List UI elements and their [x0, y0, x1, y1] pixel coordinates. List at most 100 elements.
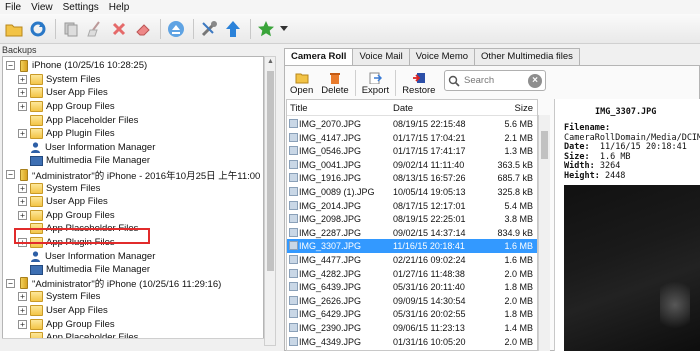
tree-item-label: Multimedia File Manager	[46, 264, 151, 276]
image-file-icon	[289, 173, 298, 183]
file-row[interactable]: IMG_4147.JPG 01/17/15 17:04:21 2.1 MB	[287, 131, 537, 145]
file-row[interactable]: IMG_0089 (1).JPG 10/05/14 19:05:13 325.8 k…	[287, 185, 537, 199]
tree-item[interactable]: Multimedia File Manager	[18, 154, 150, 168]
eject-icon[interactable]	[165, 18, 187, 40]
tree-item[interactable]: User Information Manager	[18, 141, 155, 155]
folder-icon	[30, 114, 43, 126]
tree-item-label: "Administrator"的 iPhone - 2016年10月25日 上午…	[32, 170, 263, 182]
tree-item-label: System Files	[46, 73, 101, 85]
file-row[interactable]: IMG_1916.JPG 08/13/15 16:57:26 685.7 kB	[287, 171, 537, 185]
tree-vertical-scrollbar[interactable]: ▲	[264, 56, 276, 346]
tree-item[interactable]: + System Files	[18, 181, 100, 195]
refresh-icon[interactable]	[27, 18, 49, 40]
clear-search-icon[interactable]: ×	[528, 74, 542, 88]
tree-item[interactable]: + App Plugin Files	[18, 127, 115, 141]
file-row[interactable]: IMG_4349.JPG 01/31/16 10:05:20 2.0 MB	[287, 335, 537, 349]
eraser-icon[interactable]	[132, 18, 154, 40]
file-date: 09/09/15 14:30:54	[393, 295, 466, 306]
search-box[interactable]: Search ×	[444, 70, 546, 91]
tree-item-label: App Plugin Files	[46, 128, 115, 140]
file-list-scrollbar[interactable]	[538, 115, 550, 351]
tools-icon[interactable]	[198, 18, 220, 40]
collapse-icon[interactable]: −	[6, 278, 15, 288]
tree-item[interactable]: + App Group Files	[18, 209, 115, 223]
collapse-icon[interactable]: −	[6, 170, 15, 180]
file-row[interactable]: IMG_6439.JPG 05/31/16 20:11:40 1.8 MB	[287, 280, 537, 294]
tab-other-multimedia[interactable]: Other Multimedia files	[474, 48, 580, 65]
tab-voice-mail[interactable]: Voice Mail	[352, 48, 410, 65]
tree-device-node[interactable]: − "Administrator"的 iPhone (10/25/16 11:29…	[6, 277, 221, 290]
menu-file[interactable]: File	[0, 2, 26, 13]
tree-item[interactable]: + User App Files	[18, 195, 108, 209]
tree-scroll-thumb[interactable]	[267, 71, 274, 271]
tree-horizontal-scrollbar[interactable]	[2, 338, 264, 351]
expand-icon[interactable]: +	[18, 210, 27, 220]
file-row[interactable]: IMG_4477.JPG 02/21/16 09:02:24 1.6 MB	[287, 253, 537, 267]
tab-voice-memo[interactable]: Voice Memo	[408, 48, 476, 65]
tree-item[interactable]: + User App Files	[18, 86, 108, 100]
file-size: 1.3 MB	[504, 146, 533, 157]
file-row[interactable]: IMG_2014.JPG 08/17/15 12:17:01 5.4 MB	[287, 199, 537, 213]
tree-item[interactable]: + System Files	[18, 73, 100, 87]
file-row[interactable]: IMG_4282.JPG 01/27/16 11:48:38 2.0 MB	[287, 267, 537, 281]
dropdown-arrow-icon[interactable]	[279, 18, 289, 40]
folder-icon	[30, 87, 43, 99]
broom-icon[interactable]	[84, 18, 106, 40]
image-file-icon	[289, 146, 298, 156]
open-button[interactable]: Open	[286, 72, 317, 96]
menu-settings[interactable]: Settings	[58, 2, 104, 13]
file-row[interactable]: IMG_0041.JPG 09/02/14 11:11:40 363.5 kB	[287, 158, 537, 172]
tree-item[interactable]: + App Group Files	[18, 100, 115, 114]
expand-icon[interactable]: +	[18, 306, 27, 316]
menu-view[interactable]: View	[26, 2, 58, 13]
column-title[interactable]: Title	[290, 103, 308, 114]
file-row[interactable]: IMG_2070.JPG 08/19/15 22:15:48 5.6 MB	[287, 117, 537, 131]
scroll-up-arrow-icon[interactable]: ▲	[266, 58, 275, 65]
file-list[interactable]: Title Date Size IMG_2070.JPG 08/19/15 22:…	[286, 99, 538, 351]
expand-icon[interactable]: +	[18, 197, 27, 207]
export-button[interactable]: Export	[358, 72, 393, 96]
expand-icon[interactable]: +	[18, 183, 27, 193]
phone-icon	[20, 168, 28, 181]
delete-icon[interactable]	[108, 18, 130, 40]
upload-arrow-icon[interactable]	[222, 18, 244, 40]
expand-icon[interactable]: +	[18, 74, 27, 84]
toolbar-separator	[160, 18, 161, 39]
file-row[interactable]: IMG_6429.JPG 05/31/16 20:02:55 1.8 MB	[287, 307, 537, 321]
tree-device-node[interactable]: − "Administrator"的 iPhone - 2016年10月25日 上…	[6, 168, 263, 182]
tree-item[interactable]: + App Group Files	[18, 317, 115, 331]
column-size[interactable]: Size	[515, 103, 533, 114]
copy-icon[interactable]	[60, 18, 82, 40]
width-label: Width:	[564, 161, 595, 172]
restore-button[interactable]: Restore	[398, 72, 439, 96]
expand-icon[interactable]: +	[18, 102, 27, 112]
search-input[interactable]: Search	[464, 75, 494, 86]
expand-icon[interactable]: +	[18, 319, 27, 329]
backups-tree[interactable]: − iPhone (10/25/16 10:28:25) + System Files…	[2, 56, 264, 346]
expand-icon[interactable]: +	[18, 129, 27, 139]
open-folder-icon[interactable]	[3, 18, 25, 40]
tree-device-node[interactable]: − iPhone (10/25/16 10:28:25)	[6, 59, 147, 73]
menu-help[interactable]: Help	[104, 2, 135, 13]
tree-item[interactable]: User Information Manager	[18, 249, 155, 263]
tree-item[interactable]: + System Files	[18, 290, 100, 304]
file-list-scroll-thumb[interactable]	[541, 131, 548, 159]
file-row[interactable]: IMG_2287.JPG 09/02/15 14:37:14 834.9 kB	[287, 226, 537, 240]
tree-item[interactable]: Multimedia File Manager	[18, 263, 150, 277]
collapse-icon[interactable]: −	[6, 61, 15, 71]
file-row[interactable]: IMG_2098.JPG 08/19/15 22:25:01 3.8 MB	[287, 212, 537, 226]
delete-button[interactable]: Delete	[317, 72, 352, 96]
file-row[interactable]: IMG_0546.JPG 01/17/15 17:41:17 1.3 MB	[287, 144, 537, 158]
star-icon[interactable]	[255, 18, 277, 40]
tree-item[interactable]: App Placeholder Files	[18, 113, 138, 127]
image-file-icon	[289, 119, 298, 128]
file-row[interactable]: IMG_2390.JPG 09/06/15 11:23:13 1.4 MB	[287, 321, 537, 335]
expand-icon[interactable]: +	[18, 292, 27, 302]
column-date[interactable]: Date	[393, 103, 413, 114]
file-row[interactable]: IMG_3307.JPG 11/16/15 20:18:41 1.6 MB	[287, 239, 537, 253]
filename-label: Filename:	[564, 123, 611, 133]
expand-icon[interactable]: +	[18, 88, 27, 98]
tree-item[interactable]: + User App Files	[18, 304, 108, 318]
tab-camera-roll[interactable]: Camera Roll	[284, 48, 354, 66]
file-row[interactable]: IMG_2626.JPG 09/09/15 14:30:54 2.0 MB	[287, 294, 537, 308]
